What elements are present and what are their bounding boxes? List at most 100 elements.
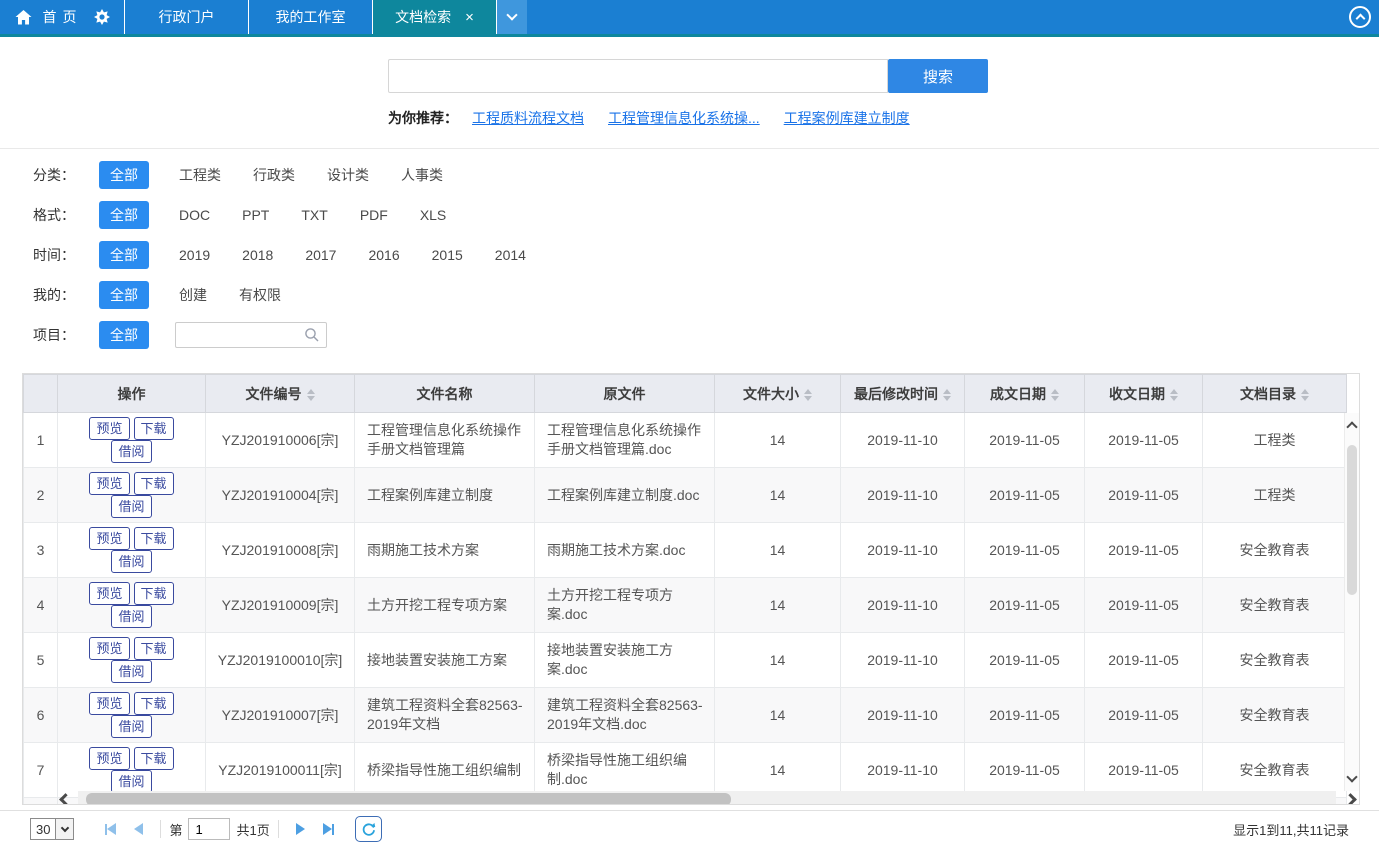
download-button[interactable]: 下载 (134, 417, 174, 440)
column-header[interactable]: 文件大小 (715, 375, 841, 413)
download-button[interactable]: 下载 (134, 692, 174, 715)
vertical-scrollbar-thumb[interactable] (1347, 445, 1357, 595)
filter-option[interactable]: 工程类 (177, 161, 223, 189)
column-header[interactable]: 文件编号 (206, 375, 355, 413)
gear-icon[interactable] (94, 9, 110, 25)
recommend-link[interactable]: 工程案例库建立制度 (784, 110, 910, 126)
scroll-down-icon[interactable] (1346, 771, 1357, 782)
cell-created-date: 2019-11-05 (965, 468, 1085, 523)
preview-button[interactable]: 预览 (89, 472, 129, 495)
row-index: 8 (24, 798, 58, 806)
collapse-page-button[interactable] (1349, 6, 1371, 28)
preview-button[interactable]: 预览 (89, 527, 129, 550)
sort-icon[interactable] (804, 389, 812, 401)
sort-icon[interactable] (943, 389, 951, 401)
nav-tab-label: 行政门户 (159, 7, 215, 27)
download-button[interactable]: 下载 (134, 637, 174, 660)
first-page-button[interactable] (105, 823, 116, 835)
filter-option[interactable]: TXT (299, 203, 329, 227)
filter-option[interactable]: DOC (177, 203, 212, 227)
scroll-left-icon[interactable] (59, 793, 72, 805)
filter-option[interactable]: 人事类 (399, 161, 445, 189)
nav-tab-admin-portal[interactable]: 行政门户 (125, 0, 249, 34)
last-page-button[interactable] (323, 823, 334, 835)
filter-option[interactable]: 设计类 (325, 161, 371, 189)
filter-option[interactable]: PPT (240, 203, 271, 227)
filter-option-selected[interactable]: 全部 (99, 281, 149, 309)
recommend-link[interactable]: 工程管理信息化系统操... (608, 110, 760, 126)
preview-button[interactable]: 预览 (89, 692, 129, 715)
borrow-button[interactable]: 借阅 (111, 440, 151, 463)
filter-option-selected[interactable]: 全部 (99, 241, 149, 269)
borrow-button[interactable]: 借阅 (111, 605, 151, 628)
filter-option[interactable]: 2015 (430, 243, 465, 267)
prev-page-button[interactable] (134, 823, 143, 835)
sort-icon[interactable] (307, 389, 315, 401)
download-button[interactable]: 下载 (134, 472, 174, 495)
cell-document-catalog: 安全教育表 (1203, 578, 1347, 633)
column-header-label: 文件名称 (417, 386, 473, 402)
preview-button[interactable]: 预览 (89, 637, 129, 660)
page-size-dropdown-button[interactable] (55, 819, 73, 839)
column-header[interactable]: 最后修改时间 (841, 375, 965, 413)
scroll-up-icon[interactable] (1346, 421, 1357, 432)
filter-option[interactable]: 2019 (177, 243, 212, 267)
borrow-button[interactable]: 借阅 (111, 660, 151, 683)
borrow-button[interactable]: 借阅 (111, 770, 151, 793)
filter-option[interactable]: PDF (358, 203, 390, 227)
last-page-icon (323, 823, 332, 835)
column-header-label: 最后修改时间 (854, 386, 938, 402)
borrow-button[interactable]: 借阅 (111, 715, 151, 738)
cell-original-file: 建筑工程资料全套82563-2019年文档.doc (535, 688, 715, 743)
filter-option[interactable]: 2018 (240, 243, 275, 267)
column-header[interactable]: 成文日期 (965, 375, 1085, 413)
filter-option-selected[interactable]: 全部 (99, 201, 149, 229)
page-prefix-label: 第 (169, 820, 182, 839)
sort-icon[interactable] (1170, 389, 1178, 401)
close-icon[interactable]: × (465, 10, 474, 25)
download-button[interactable]: 下载 (134, 527, 174, 550)
horizontal-scrollbar-thumb[interactable] (86, 793, 731, 805)
download-button[interactable]: 下载 (134, 582, 174, 605)
table-row: 6预览下载借阅YZJ201910007[宗]建筑工程资料全套82563-2019… (24, 688, 1347, 743)
page-size-select[interactable]: 30 (30, 818, 74, 840)
filter-option[interactable]: 创建 (177, 281, 209, 309)
sort-icon[interactable] (1301, 389, 1309, 401)
table-row: 4预览下载借阅YZJ201910009[宗]土方开挖工程专项方案土方开挖工程专项… (24, 578, 1347, 633)
column-header[interactable]: 文档目录 (1203, 375, 1347, 413)
horizontal-scrollbar-track[interactable] (78, 791, 1336, 805)
filter-option[interactable]: XLS (418, 203, 448, 227)
column-header: 文件名称 (355, 375, 535, 413)
filter-option[interactable]: 2016 (366, 243, 401, 267)
column-header[interactable]: 收文日期 (1085, 375, 1203, 413)
refresh-button[interactable] (355, 816, 382, 842)
nav-tab-doc-search[interactable]: 文档检索× (373, 0, 497, 34)
filter-option[interactable]: 2017 (303, 243, 338, 267)
nav-home-tab[interactable]: 首页 (0, 0, 125, 34)
download-button[interactable]: 下载 (134, 747, 174, 770)
filter-option-selected[interactable]: 全部 (99, 321, 149, 349)
filter-option[interactable]: 行政类 (251, 161, 297, 189)
preview-button[interactable]: 预览 (89, 417, 129, 440)
preview-button[interactable]: 预览 (89, 747, 129, 770)
sort-icon[interactable] (1051, 389, 1059, 401)
tab-list-dropdown[interactable] (497, 0, 527, 34)
global-search-input[interactable] (388, 59, 888, 93)
scroll-right-icon[interactable] (1344, 793, 1357, 805)
nav-tab-my-workspace[interactable]: 我的工作室 (249, 0, 373, 34)
preview-button[interactable]: 预览 (89, 582, 129, 605)
filter-option-selected[interactable]: 全部 (99, 161, 149, 189)
search-button[interactable]: 搜索 (888, 59, 988, 93)
borrow-button[interactable]: 借阅 (111, 495, 151, 518)
filter-option[interactable]: 有权限 (237, 281, 283, 309)
row-actions: 预览下载借阅 (58, 578, 206, 633)
recommend-link[interactable]: 工程质料流程文档 (472, 110, 584, 126)
cell-original-file: 桥梁指导性施工组织编制.doc (535, 743, 715, 798)
filter-options: 全部 2019 2018 2017 2016 2015 2014 (81, 241, 528, 269)
horizontal-scrollbar[interactable] (61, 791, 1355, 805)
next-page-button[interactable] (296, 823, 305, 835)
page-number-input[interactable] (188, 818, 230, 840)
vertical-scrollbar[interactable] (1344, 413, 1359, 791)
filter-option[interactable]: 2014 (493, 243, 528, 267)
borrow-button[interactable]: 借阅 (111, 550, 151, 573)
